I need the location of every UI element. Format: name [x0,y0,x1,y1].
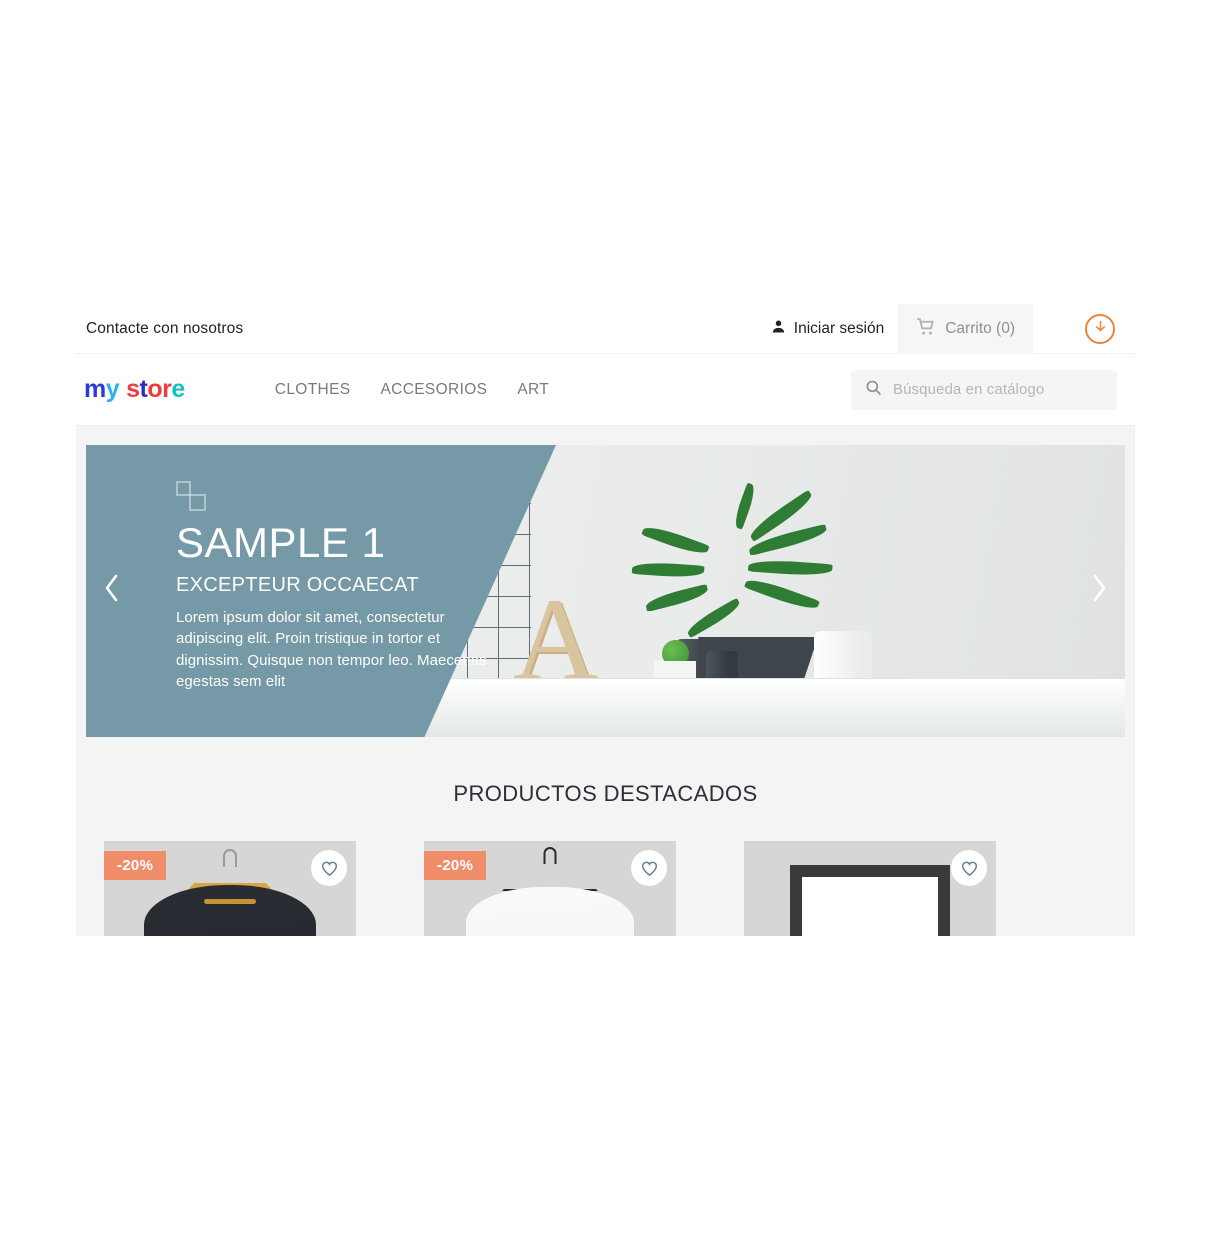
wishlist-button[interactable] [951,850,987,886]
plant-decor [631,482,846,645]
squares-decor-icon [176,481,210,511]
hero-description: Lorem ipsum dolor sit amet, consectetur … [176,609,487,690]
hero-text-block: SAMPLE 1 EXCEPTEUR OCCAECAT Lorem ipsum … [176,481,506,692]
logo-letter-s: s [126,375,140,403]
menu-item-accesorios[interactable]: ACCESORIOS [380,381,487,399]
arrow-down-circle-icon [1093,319,1108,339]
hero-carousel: A SAMPLE 1 EXCEPTEUR OCCAECAT Lorem ipsu… [86,445,1125,737]
featured-products-title: PRODUCTOS DESTACADOS [453,781,758,806]
heart-icon [641,861,657,876]
logo-space [119,377,126,402]
page-body: A SAMPLE 1 EXCEPTEUR OCCAECAT Lorem ipsu… [76,426,1135,936]
sign-in-label: Iniciar sesión [793,320,885,337]
chevron-left-icon [105,574,118,602]
logo-letter-o: o [147,375,163,403]
product-thumbnail: ▸▸▸▸▸ THE [744,841,996,936]
logo-letter-e: e [171,375,185,403]
heart-icon [321,861,337,876]
menu-item-art[interactable]: ART [517,381,549,399]
black-hoodie-image: ~|~ [144,885,316,936]
search-placeholder: Búsqueda en catálogo [893,381,1045,398]
main-menu: CLOTHES ACCESORIOS ART [275,381,549,399]
cart-button[interactable]: Carrito (0) [898,304,1033,354]
carousel-next-button[interactable] [1089,571,1111,611]
logo-letter-m: m [84,375,106,403]
shopping-cart-icon [916,317,936,342]
product-card[interactable]: -20% ~|~ [104,841,356,936]
logo-letter-y: y [105,375,120,403]
chevron-right-icon [1093,574,1106,602]
hero-subtitle: EXCEPTEUR OCCAECAT [176,574,419,597]
product-thumbnail: -20% ~|~ [424,841,676,936]
cart-label: Carrito (0) [945,320,1015,337]
logo-letter-t: t [139,375,148,403]
site-logo[interactable]: my store [84,377,185,402]
heart-icon [961,861,977,876]
top-bar-right-group: Iniciar sesión Carrito (0) [756,304,1135,354]
product-thumbnail: -20% ~|~ [104,841,356,936]
search-input[interactable]: Búsqueda en catálogo [851,369,1117,410]
white-shirt-image: ~|~ [466,887,634,936]
carousel-prev-button[interactable] [100,571,122,611]
wishlist-button[interactable] [311,850,347,886]
discount-badge: -20% [424,851,487,880]
product-card[interactable]: -20% ~|~ [424,841,676,936]
product-grid: -20% ~|~ -20% [76,841,1135,936]
browser-viewport: Contacte con nosotros Iniciar sesión Car… [76,304,1135,936]
discount-badge: -20% [104,851,167,880]
wooden-letter-a-decor: A [513,574,598,706]
hero-title: SAMPLE 1 [176,519,386,566]
search-icon [865,379,882,401]
wishlist-button[interactable] [631,850,667,886]
menu-item-clothes[interactable]: CLOTHES [275,381,351,399]
site-header: my store CLOTHES ACCESORIOS ART Búsqueda… [76,354,1135,426]
framed-poster-image: ▸▸▸▸▸ THE [790,865,950,936]
product-card[interactable]: ▸▸▸▸▸ THE [744,841,996,936]
scroll-down-button[interactable] [1085,314,1115,344]
user-icon [770,318,787,340]
contact-us-link[interactable]: Contacte con nosotros [86,320,243,338]
logo-letter-r: r [162,375,172,403]
poster-mat-decor: ▸▸▸▸▸ THE [802,877,938,936]
sign-in-button[interactable]: Iniciar sesión [756,304,898,354]
hanger-hook-decor [543,847,557,864]
top-bar: Contacte con nosotros Iniciar sesión Car… [76,304,1135,354]
